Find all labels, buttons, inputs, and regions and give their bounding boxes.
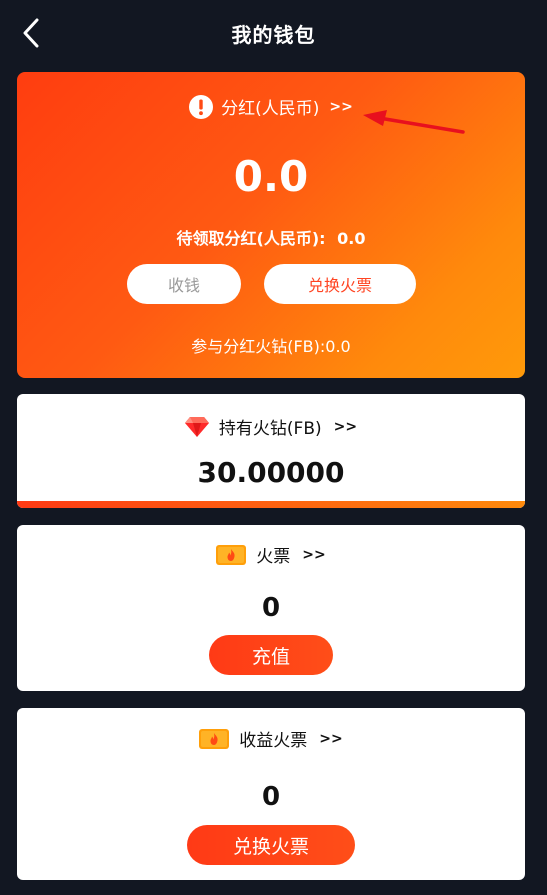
ticket-label: 火票 [256, 547, 291, 567]
pending-value: 0.0 [337, 229, 366, 248]
fb-card: 持有火钻(FB) >> 30.00000 [17, 394, 525, 508]
ticket-card-header[interactable]: 火票 >> [17, 542, 525, 567]
income-exchange-button[interactable]: 兑换火票 [187, 825, 355, 865]
back-button[interactable] [14, 16, 48, 50]
income-card-header[interactable]: 收益火票 >> [17, 726, 525, 751]
fb-card-header[interactable]: 持有火钻(FB) >> [17, 414, 525, 439]
income-arrows: >> [319, 730, 343, 747]
red-arrow-annotation [363, 110, 465, 134]
page-title: 我的钱包 [231, 22, 316, 47]
fb-arrows: >> [333, 418, 358, 435]
income-ticket-card: 收益火票 >> 0 兑换火票 [17, 708, 525, 880]
dividend-label: 分红(人民币) [221, 99, 320, 119]
ticket-value: 0 [261, 593, 281, 623]
ticket-card: 火票 >> 0 充值 [17, 525, 525, 691]
dividend-amount: 0.0 [233, 152, 309, 201]
fb-value: 30.00000 [197, 456, 345, 489]
participating-fb: 参与分红火钻(FB):0.0 [191, 337, 351, 356]
dividend-card: 分红(人民币) >> 0.0 待领取分红(人民币): 0.0 收钱 兑换火票 参… [17, 72, 525, 378]
diamond-icon [184, 416, 209, 437]
fb-card-bottom-bar [17, 501, 525, 508]
alert-circle-icon [189, 94, 214, 119]
fire-ticket-icon [199, 728, 230, 749]
income-value: 0 [261, 782, 281, 812]
collect-button[interactable]: 收钱 [127, 264, 241, 304]
pending-label: 待领取分红(人民币): [176, 229, 326, 248]
income-label: 收益火票 [239, 731, 308, 751]
fire-ticket-icon [216, 544, 247, 565]
recharge-button[interactable]: 充值 [209, 635, 333, 675]
exchange-ticket-button[interactable]: 兑换火票 [264, 264, 416, 304]
fb-label: 持有火钻(FB) [218, 419, 322, 439]
header: 我的钱包 [0, 0, 547, 66]
ticket-arrows: >> [302, 546, 326, 563]
dividend-arrows: >> [329, 98, 353, 115]
chevron-left-icon [23, 18, 39, 48]
pending-dividend: 待领取分红(人民币): 0.0 [17, 225, 525, 249]
